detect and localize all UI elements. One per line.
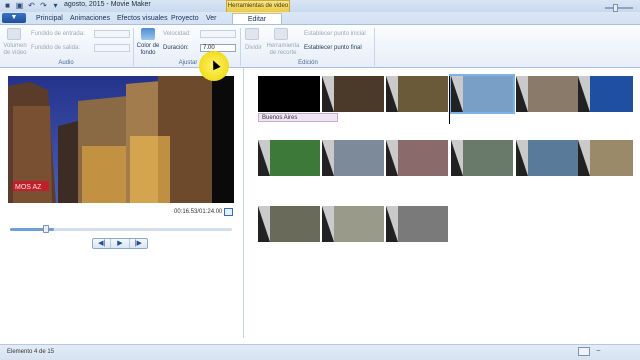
qat-dropdown-icon[interactable]: ▾ — [51, 1, 60, 10]
adjust-group-label: Ajustar — [178, 60, 198, 66]
svg-text:MOS AZ: MOS AZ — [15, 184, 42, 191]
clip-thumbnail[interactable] — [386, 140, 448, 176]
status-bar: Elemento 4 de 15 — [0, 344, 640, 360]
clip-thumbnail[interactable] — [258, 206, 320, 242]
fullscreen-icon[interactable] — [224, 208, 233, 216]
redo-icon[interactable]: ↷ — [39, 1, 48, 10]
group-separator — [374, 28, 375, 66]
background-color-button[interactable]: Color de fondo — [136, 43, 160, 57]
clip-thumbnail[interactable] — [322, 206, 384, 242]
clip-thumbnail[interactable] — [578, 76, 633, 112]
transition-icon — [258, 206, 270, 242]
tab-principal[interactable]: Principal — [32, 13, 67, 24]
set-start-point-button[interactable]: Establecer punto inicial — [304, 31, 366, 37]
clip-thumbnail[interactable] — [322, 76, 384, 112]
ribbon: Volumen de vídeo Fundido de entrada: Fun… — [0, 24, 640, 68]
seek-thumb[interactable] — [43, 225, 49, 233]
transition-icon — [258, 140, 270, 176]
transition-icon — [516, 76, 528, 112]
set-end-point-button[interactable]: Establecer punto final — [304, 45, 362, 51]
clip-thumbnail[interactable] — [516, 76, 578, 112]
transition-icon — [386, 140, 398, 176]
transition-icon — [451, 76, 463, 112]
trim-tool-button[interactable]: Herramienta de recorte — [266, 43, 300, 57]
fade-in-select[interactable] — [94, 30, 130, 38]
clip-thumbnail[interactable] — [386, 76, 448, 112]
transition-icon — [578, 140, 590, 176]
split-button[interactable]: Dividir — [245, 45, 262, 51]
edit-group-label: Edición — [298, 60, 318, 66]
speed-label: Velocidad: — [163, 31, 191, 37]
transition-icon — [386, 76, 398, 112]
quick-access-toolbar: ■ ▣ ↶ ↷ ▾ — [3, 1, 60, 10]
transition-icon — [322, 140, 334, 176]
storyboard-view-icon[interactable] — [578, 347, 590, 356]
tab-proyecto[interactable]: Proyecto — [167, 13, 203, 24]
clip-title[interactable] — [258, 76, 320, 112]
audio-group-label: Audio — [58, 60, 74, 66]
playhead[interactable] — [449, 76, 450, 124]
zoom-thumb[interactable] — [613, 4, 618, 12]
clip-thumbnail-selected[interactable] — [449, 74, 515, 114]
clip-thumbnail[interactable] — [578, 140, 633, 176]
undo-icon[interactable]: ↶ — [27, 1, 36, 10]
clip-thumbnail[interactable] — [516, 140, 578, 176]
preview-image: MOS AZ — [8, 76, 234, 203]
transition-icon — [386, 206, 398, 242]
transition-icon — [322, 206, 334, 242]
video-volume-button[interactable]: Volumen de vídeo — [3, 43, 27, 57]
group-separator — [133, 28, 134, 66]
tab-editar[interactable]: Editar — [232, 13, 282, 24]
fade-out-select[interactable] — [94, 44, 130, 52]
clip-thumbnail[interactable] — [451, 140, 513, 176]
clip-thumbnail[interactable] — [258, 140, 320, 176]
zoom-slider[interactable] — [605, 7, 633, 9]
zoom-out-icon[interactable]: − — [596, 346, 601, 355]
volume-icon — [7, 28, 21, 40]
title-bar: ■ ▣ ↶ ↷ ▾ agosto, 2015 - Movie Maker Her… — [0, 0, 640, 12]
transition-icon — [578, 76, 590, 112]
tab-animaciones[interactable]: Animaciones — [66, 13, 114, 24]
background-color-icon — [141, 28, 155, 40]
fade-out-label: Fundido de salida: — [31, 45, 81, 51]
file-menu-button[interactable]: ▼ — [2, 13, 26, 23]
video-preview: MOS AZ — [8, 76, 234, 203]
tab-ver[interactable]: Ver — [202, 13, 221, 24]
tab-efectos-visuales[interactable]: Efectos visuales — [113, 13, 172, 24]
clip-thumbnail[interactable] — [322, 140, 384, 176]
ribbon-tabs: ▼ Principal Animaciones Efectos visuales… — [0, 12, 640, 24]
fade-in-label: Fundido de entrada: — [31, 31, 85, 37]
playback-time: 00:16.53/01:24.00 — [174, 209, 223, 215]
next-frame-button[interactable]: |▶ — [130, 239, 147, 248]
transition-icon — [516, 140, 528, 176]
play-button[interactable]: ▶ — [111, 239, 130, 248]
split-icon — [245, 28, 259, 40]
group-separator — [240, 28, 241, 66]
save-icon[interactable]: ▣ — [15, 1, 24, 10]
playback-controls: ◀| ▶ |▶ — [92, 238, 148, 249]
preview-pane: MOS AZ 00:16.53/01:24.00 ◀| ▶ |▶ — [0, 68, 244, 338]
duration-label: Duración: — [163, 45, 189, 51]
speed-select[interactable] — [200, 30, 236, 38]
trim-tool-icon — [274, 28, 288, 40]
window-title: agosto, 2015 - Movie Maker — [64, 1, 151, 8]
context-tab-header: Herramientas de video — [226, 0, 290, 12]
clip-thumbnail[interactable] — [386, 206, 448, 242]
transition-icon — [451, 140, 463, 176]
caption-bar[interactable]: Buenos Aires — [258, 113, 338, 122]
app-icon[interactable]: ■ — [3, 1, 12, 10]
status-text: Elemento 4 de 15 — [7, 349, 55, 355]
transition-icon — [322, 76, 334, 112]
previous-frame-button[interactable]: ◀| — [93, 239, 112, 248]
